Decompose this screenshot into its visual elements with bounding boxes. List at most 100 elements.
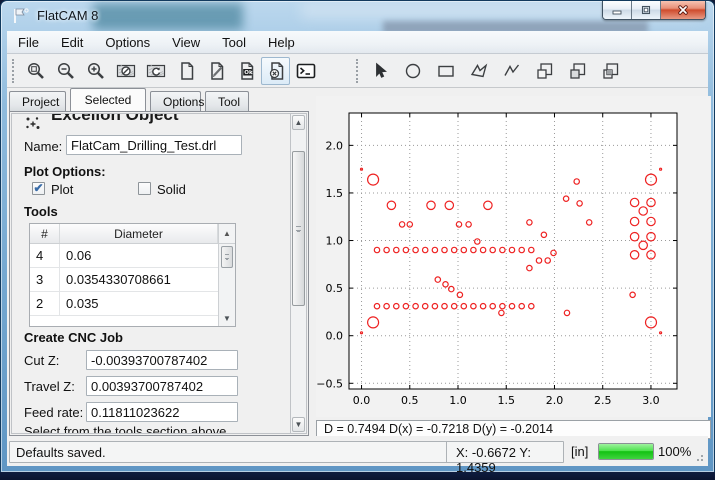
clear-plot-icon xyxy=(116,61,136,81)
shell-button[interactable] xyxy=(291,57,320,85)
travel-z-label: Travel Z: xyxy=(24,379,75,394)
x-tick-label: 1.0 xyxy=(449,394,467,407)
panel-scrollbar[interactable]: ▲ ▼ xyxy=(290,113,307,434)
union-tool-button[interactable] xyxy=(530,57,559,85)
zoom-fit-icon xyxy=(26,61,46,81)
plot-checkbox[interactable]: ✔ xyxy=(32,182,45,195)
zoom-in-button[interactable] xyxy=(81,57,110,85)
intersect-tool-icon xyxy=(601,61,621,81)
travel-z-input[interactable] xyxy=(86,376,238,396)
plot-figure[interactable]: 0.00.51.01.52.02.53.0−0.50.00.51.01.52.0 xyxy=(316,96,711,417)
tool-diameter[interactable]: 0.0354330708661 xyxy=(60,268,235,291)
feed-rate-input[interactable] xyxy=(86,402,238,422)
intersect-tool-button[interactable] xyxy=(596,57,625,85)
union-tool-icon xyxy=(535,61,555,81)
tool-row[interactable]: 40.06 xyxy=(30,244,235,268)
name-input[interactable] xyxy=(66,135,242,155)
tool-row[interactable]: 30.0354330708661 xyxy=(30,268,235,292)
feed-rate-label: Feed rate: xyxy=(24,405,83,420)
rectangle-tool-button[interactable] xyxy=(431,57,460,85)
progress-percent: 100% xyxy=(658,444,691,459)
replot-button[interactable] xyxy=(141,57,170,85)
minimize-button[interactable] xyxy=(603,1,632,19)
x-tick-label: 0.0 xyxy=(353,394,371,407)
polyline-tool-button[interactable] xyxy=(497,57,526,85)
tools-footer-note: Select from the tools section above xyxy=(24,424,226,434)
y-tick-label: −0.5 xyxy=(316,377,343,390)
menu-edit[interactable]: Edit xyxy=(50,32,94,53)
titlebar-glass-reflection xyxy=(93,3,243,30)
tab-tool[interactable]: Tool xyxy=(205,91,249,111)
table-scroll-up-arrow[interactable]: ▲ xyxy=(218,224,235,243)
cnc-section-label: Create CNC Job xyxy=(24,330,123,345)
menu-options[interactable]: Options xyxy=(94,32,161,53)
menu-tool[interactable]: Tool xyxy=(211,32,257,53)
tool-diameter[interactable]: 0.035 xyxy=(60,292,235,315)
panel-scroll-down-arrow[interactable]: ▼ xyxy=(292,417,305,432)
restore-button[interactable] xyxy=(632,1,661,19)
close-button[interactable] xyxy=(661,1,705,19)
solid-checkbox-label[interactable]: Solid xyxy=(157,182,186,197)
toolbar-drag-handle[interactable] xyxy=(356,59,362,83)
app-window: FlatCAM 8 FileEditOptionsViewToolHelp Ok… xyxy=(0,0,715,473)
tab-selected[interactable]: Selected xyxy=(70,88,146,111)
tool-number[interactable]: 2 xyxy=(30,292,60,315)
select-button[interactable] xyxy=(365,57,394,85)
edit-file-icon xyxy=(206,61,226,81)
titlebar-glass-reflection xyxy=(383,21,648,31)
panel-scrollbar-thumb[interactable] xyxy=(292,151,305,306)
toolbar-drag-handle[interactable] xyxy=(12,59,18,83)
plot-toolbar-group: Ok xyxy=(21,57,320,85)
table-scrollbar-thumb[interactable] xyxy=(221,246,233,268)
delete-file-button[interactable] xyxy=(261,57,290,85)
x-tick-label: 3.0 xyxy=(642,394,660,407)
titlebar[interactable]: FlatCAM 8 xyxy=(1,1,714,31)
x-tick-label: 1.5 xyxy=(497,394,515,407)
tool-number[interactable]: 4 xyxy=(30,244,60,267)
tool-row[interactable]: 20.035 xyxy=(30,292,235,316)
edit-file-button[interactable] xyxy=(201,57,230,85)
menu-view[interactable]: View xyxy=(161,32,211,53)
y-tick-label: 1.5 xyxy=(326,187,344,200)
column-header-diameter[interactable]: Diameter xyxy=(60,224,218,243)
tools-table: # Diameter ▲ 40.0630.035433070866120.035… xyxy=(29,223,236,327)
name-label: Name: xyxy=(24,139,62,154)
selected-tab-panel: Excellon Object Name: Plot Options: ✔ Pl… xyxy=(9,111,309,436)
plot-checkbox-label[interactable]: Plot xyxy=(51,182,73,197)
clear-plot-button[interactable] xyxy=(111,57,140,85)
cursor-coordinates: X: -0.6672 Y: 1.4359 xyxy=(446,441,564,463)
subtract-tool-icon xyxy=(568,61,588,81)
geometry-toolbar-group xyxy=(365,57,625,85)
tool-number[interactable]: 3 xyxy=(30,268,60,291)
ok-file-button[interactable]: Ok xyxy=(231,57,260,85)
progress-bar xyxy=(598,443,654,460)
ok-file-icon: Ok xyxy=(236,61,256,81)
polygon-tool-button[interactable] xyxy=(464,57,493,85)
subtract-tool-button[interactable] xyxy=(563,57,592,85)
desktop-background-strip xyxy=(0,472,715,480)
svg-text:Ok: Ok xyxy=(244,70,253,76)
x-tick-label: 0.5 xyxy=(401,394,419,407)
zoom-out-icon xyxy=(56,61,76,81)
cut-z-input[interactable] xyxy=(86,350,238,370)
column-header-number[interactable]: # xyxy=(30,224,60,243)
table-scroll-down-arrow[interactable]: ▼ xyxy=(219,314,235,323)
zoom-fit-button[interactable] xyxy=(21,57,50,85)
zoom-out-button[interactable] xyxy=(51,57,80,85)
new-file-button[interactable] xyxy=(171,57,200,85)
solid-checkbox[interactable] xyxy=(138,182,151,195)
circle-tool-button[interactable] xyxy=(398,57,427,85)
y-tick-label: 2.0 xyxy=(326,139,344,152)
tab-project[interactable]: Project xyxy=(9,91,66,111)
zoom-in-icon xyxy=(86,61,106,81)
table-scrollbar[interactable]: ▼ xyxy=(218,244,235,326)
resize-grip[interactable] xyxy=(693,451,705,463)
panel-scroll-up-arrow[interactable]: ▲ xyxy=(292,115,305,130)
menu-file[interactable]: File xyxy=(7,32,50,53)
units-indicator: [in] xyxy=(571,444,588,459)
polygon-tool-icon xyxy=(469,61,489,81)
menu-help[interactable]: Help xyxy=(257,32,306,53)
tool-diameter[interactable]: 0.06 xyxy=(60,244,235,267)
tab-options[interactable]: Options xyxy=(150,91,201,111)
plot-options-label: Plot Options: xyxy=(24,164,106,179)
